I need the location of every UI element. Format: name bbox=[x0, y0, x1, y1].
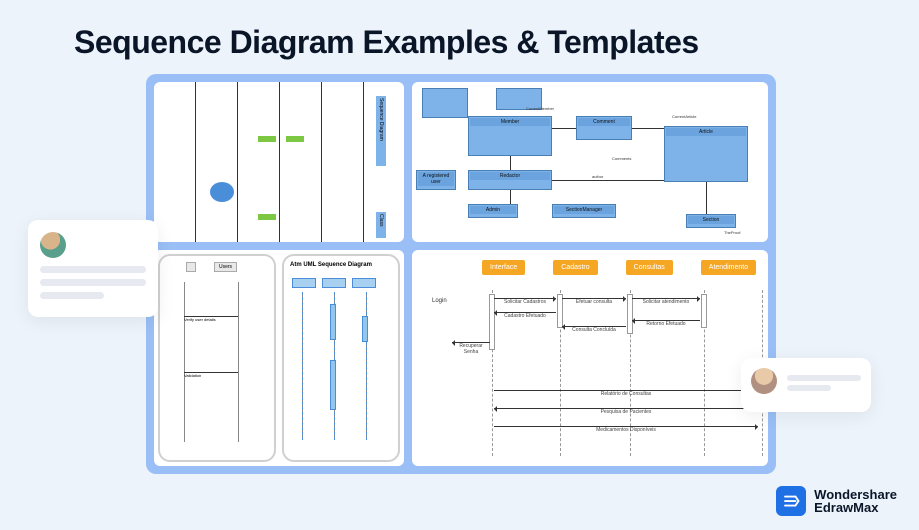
msg-3: Efetuar consulta bbox=[562, 298, 626, 305]
avatar bbox=[40, 232, 66, 258]
lifeline-0: Interface bbox=[482, 260, 525, 275]
lbl-currentarticle: CurrentArticle bbox=[672, 114, 696, 119]
page-title: Sequence Diagram Examples & Templates bbox=[0, 0, 919, 61]
class-article: Article bbox=[666, 128, 746, 136]
avatar bbox=[751, 368, 777, 394]
msg-validation: Validation bbox=[184, 372, 238, 378]
card-a-label-class: Class bbox=[376, 212, 386, 238]
lifeline-3: Atendimento bbox=[701, 260, 756, 275]
template-card-class-diagram[interactable]: Member Comment Article Redactor A regist… bbox=[412, 82, 768, 242]
msg-6: Retorno Efetuado bbox=[632, 320, 700, 327]
template-card-uml-vertical[interactable]: Sequence Diagram Class bbox=[154, 82, 404, 242]
template-card-orange-sequence[interactable]: Interface Cadastro Consultas Atendimento… bbox=[412, 250, 768, 466]
lbl-approval: TheProof bbox=[724, 230, 740, 235]
msg-2: Recuperar Senha bbox=[452, 342, 490, 355]
seq-box-1: Users bbox=[214, 262, 237, 272]
phone-left: Users Verify user details Validation bbox=[158, 254, 276, 462]
comment-card-left bbox=[28, 220, 158, 317]
edrawmax-icon bbox=[776, 486, 806, 516]
template-gallery: Sequence Diagram Class Member Comment Ar… bbox=[146, 74, 776, 474]
msg-1: Cadastro Efetuado bbox=[494, 312, 556, 319]
template-card-mobile-pair[interactable]: Users Verify user details Validation Atm… bbox=[154, 250, 404, 466]
msg-5: Solicitar atendimento bbox=[632, 298, 700, 305]
lbl-currentmember: CurrentMember bbox=[526, 106, 554, 111]
class-admin: Admin bbox=[470, 206, 516, 214]
msg-8: Pesquisa de Pacientes bbox=[494, 408, 758, 415]
msg-4: Consulta Concluída bbox=[562, 326, 626, 333]
lbl-author: author bbox=[592, 174, 603, 179]
brand-logo: Wondershare EdrawMax bbox=[776, 486, 897, 516]
brand-line2: EdrawMax bbox=[814, 501, 897, 514]
msg-9: Medicamentos Disponíveis bbox=[494, 426, 758, 433]
msg-verify: Verify user details bbox=[184, 316, 238, 322]
class-redactor: Redactor bbox=[470, 172, 550, 180]
class-sectionmgr: SectionManager bbox=[554, 206, 614, 214]
lifeline-1: Cadastro bbox=[553, 260, 597, 275]
comment-card-right bbox=[741, 358, 871, 412]
phone-right: Atm UML Sequence Diagram bbox=[282, 254, 400, 462]
card-a-label-seq: Sequence Diagram bbox=[376, 96, 386, 166]
phone-title: Atm UML Sequence Diagram bbox=[290, 262, 392, 268]
msg-0: Solicitar Cadastros bbox=[494, 298, 556, 305]
actor-login: Login bbox=[432, 298, 447, 304]
lifeline-2: Consultas bbox=[626, 260, 673, 275]
class-section: Section bbox=[688, 216, 734, 224]
msg-7: Relatório de Consultas bbox=[494, 390, 758, 397]
seq-box-0 bbox=[186, 262, 196, 272]
class-member: Member bbox=[470, 118, 550, 126]
lbl-comments: Comments bbox=[612, 156, 631, 161]
class-reguser: A registered user bbox=[418, 172, 454, 186]
class-comment: Comment bbox=[578, 118, 630, 126]
